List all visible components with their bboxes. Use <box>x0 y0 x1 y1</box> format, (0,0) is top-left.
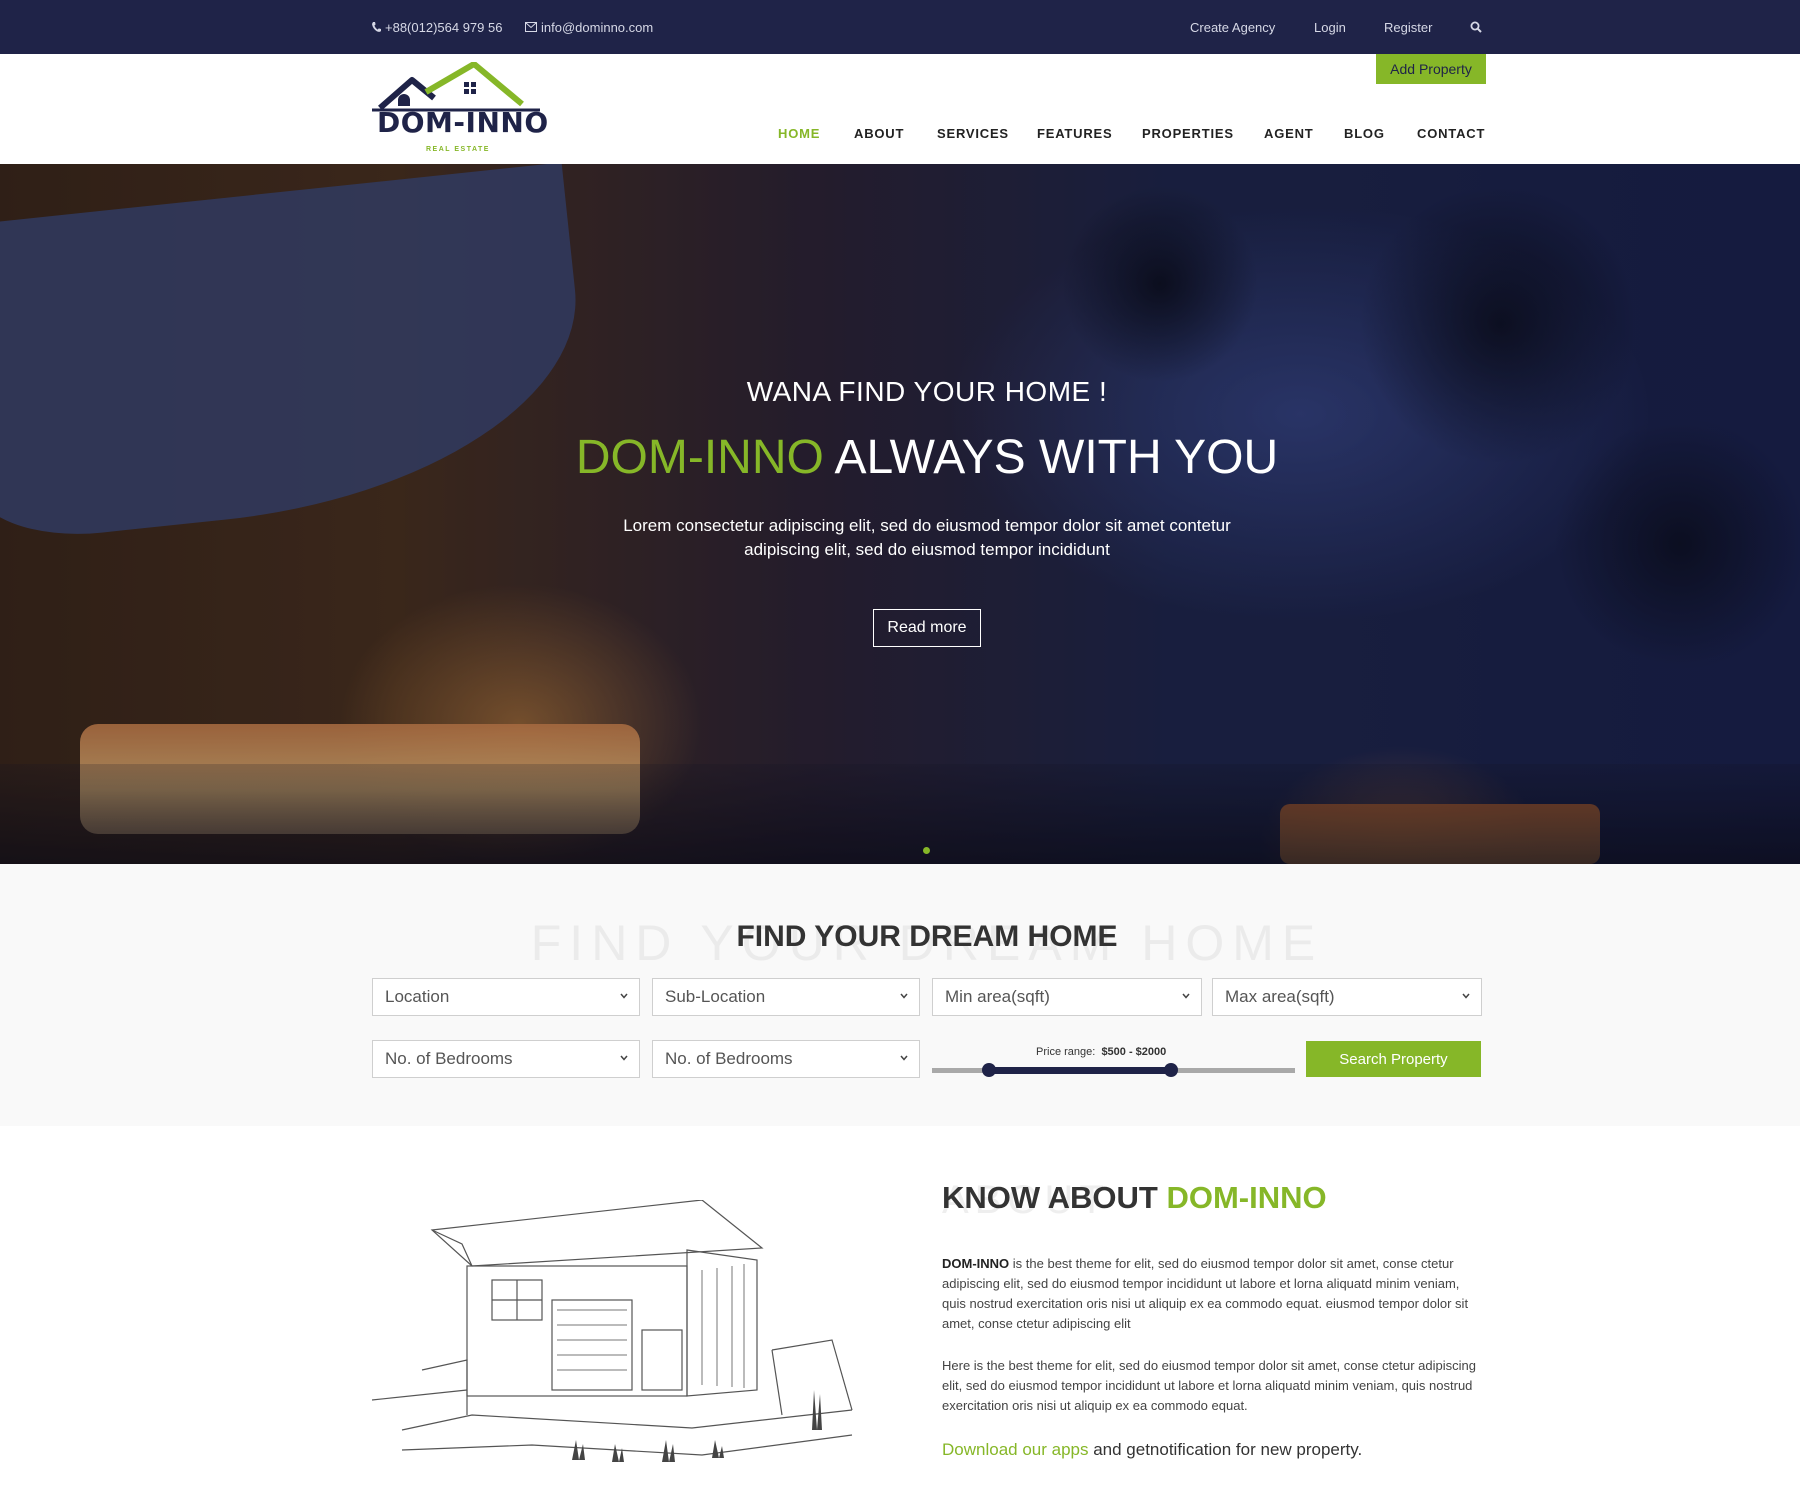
min-area-select[interactable]: Min area(sqft) <box>932 978 1202 1016</box>
price-range-value: $500 - $2000 <box>1101 1046 1167 1058</box>
sub-location-select-value: Sub-Location <box>665 987 766 1006</box>
logo-text: DOM-INNO <box>377 106 549 139</box>
search-icon <box>1470 21 1482 33</box>
top-bar: +88(012)564 979 56 info@dominno.com Crea… <box>0 0 1800 54</box>
max-area-select-value: Max area(sqft) <box>1225 987 1335 1006</box>
about-title: KNOW ABOUT DOM-INNO <box>942 1180 1327 1216</box>
nav-blog[interactable]: BLOG <box>1344 118 1385 148</box>
logo-subtitle: REAL ESTATE <box>426 146 490 153</box>
about-paragraph-1-text: is the best theme for elit, sed do eiusm… <box>942 1256 1469 1331</box>
chevron-down-icon <box>1462 993 1470 999</box>
chevron-down-icon <box>900 993 908 999</box>
nav-properties[interactable]: PROPERTIES <box>1142 118 1234 148</box>
email-contact[interactable]: info@dominno.com <box>525 0 653 54</box>
nav-agent[interactable]: AGENT <box>1264 118 1314 148</box>
phone-contact[interactable]: +88(012)564 979 56 <box>371 0 502 54</box>
price-range-label: Price range: $500 - $2000 <box>1036 1046 1166 1058</box>
hero-description: Lorem consectetur adipiscing elit, sed d… <box>623 516 1231 559</box>
about-paragraph-2: Here is the best theme for elit, sed do … <box>942 1358 1476 1413</box>
hero-subtitle: WANA FIND YOUR HOME ! <box>746 376 1108 407</box>
hero-title-rest: ALWAYS WITH YOU <box>823 431 1279 484</box>
price-range-min-handle[interactable] <box>982 1063 996 1077</box>
register-link[interactable]: Register <box>1384 0 1432 54</box>
chevron-down-icon <box>620 1055 628 1061</box>
price-range-caption: Price range: <box>1036 1046 1096 1058</box>
phone-number: +88(012)564 979 56 <box>385 19 503 35</box>
chevron-down-icon <box>1182 993 1190 999</box>
house-logo-icon <box>372 62 540 112</box>
top-search-button[interactable] <box>1470 0 1482 54</box>
price-range-fill <box>990 1067 1171 1074</box>
hero-slider: WANA FIND YOUR HOME ! DOM-INNO ALWAYS WI… <box>0 164 1800 864</box>
hero-title-accent: DOM-INNO <box>575 431 824 484</box>
about-brand: DOM-INNO <box>942 1256 1010 1271</box>
read-more-button[interactable]: Read more <box>873 609 981 647</box>
about-title-accent: DOM-INNO <box>1166 1180 1327 1215</box>
house-sketch-image <box>372 1200 853 1462</box>
price-range-max-handle[interactable] <box>1164 1063 1178 1077</box>
create-agency-link[interactable]: Create Agency <box>1190 0 1275 54</box>
download-apps-link[interactable]: Download our apps <box>942 1440 1088 1459</box>
search-property-button[interactable]: Search Property <box>1306 1041 1481 1077</box>
location-select-value: Location <box>385 987 450 1006</box>
logo[interactable]: DOM-INNO REAL ESTATE <box>372 62 552 153</box>
hero-title: DOM-INNO ALWAYS WITH YOU <box>0 430 1800 485</box>
download-apps-rest: and getnotification for new property. <box>1088 1440 1363 1459</box>
chevron-down-icon <box>620 993 628 999</box>
bedrooms-select-2[interactable]: No. of Bedrooms <box>652 1040 920 1078</box>
min-area-select-value: Min area(sqft) <box>945 987 1050 1006</box>
bedrooms-select-value: No. of Bedrooms <box>385 1049 513 1068</box>
slider-dot-active[interactable] <box>923 847 930 854</box>
about-paragraph-1: DOM-INNO is the best theme for elit, sed… <box>942 1254 1482 1334</box>
download-apps-text: Download our apps and getnotification fo… <box>942 1440 1362 1460</box>
sub-location-select[interactable]: Sub-Location <box>652 978 920 1016</box>
nav-contact[interactable]: CONTACT <box>1417 118 1485 148</box>
location-select[interactable]: Location <box>372 978 640 1016</box>
nav-features[interactable]: FEATURES <box>1037 118 1113 148</box>
bedrooms-select[interactable]: No. of Bedrooms <box>372 1040 640 1078</box>
search-section: FIND YOUR DREAM HOME FIND YOUR DREAM HOM… <box>0 864 1800 1126</box>
about-title-main: KNOW ABOUT <box>942 1180 1167 1215</box>
chevron-down-icon <box>900 1055 908 1061</box>
nav-services[interactable]: SERVICES <box>937 118 1009 148</box>
main-header: DOM-INNO REAL ESTATE Add Property HOME A… <box>0 54 1800 164</box>
max-area-select[interactable]: Max area(sqft) <box>1212 978 1482 1016</box>
mail-icon <box>525 22 537 32</box>
email-address: info@dominno.com <box>541 19 654 35</box>
login-link[interactable]: Login <box>1314 0 1346 54</box>
search-title: FIND YOUR DREAM HOME <box>736 920 1118 953</box>
nav-home[interactable]: HOME <box>778 118 820 148</box>
phone-icon <box>372 22 381 32</box>
add-property-button[interactable]: Add Property <box>1376 54 1486 84</box>
nav-about[interactable]: ABOUT <box>854 118 904 148</box>
bedrooms-select-2-value: No. of Bedrooms <box>665 1049 793 1068</box>
